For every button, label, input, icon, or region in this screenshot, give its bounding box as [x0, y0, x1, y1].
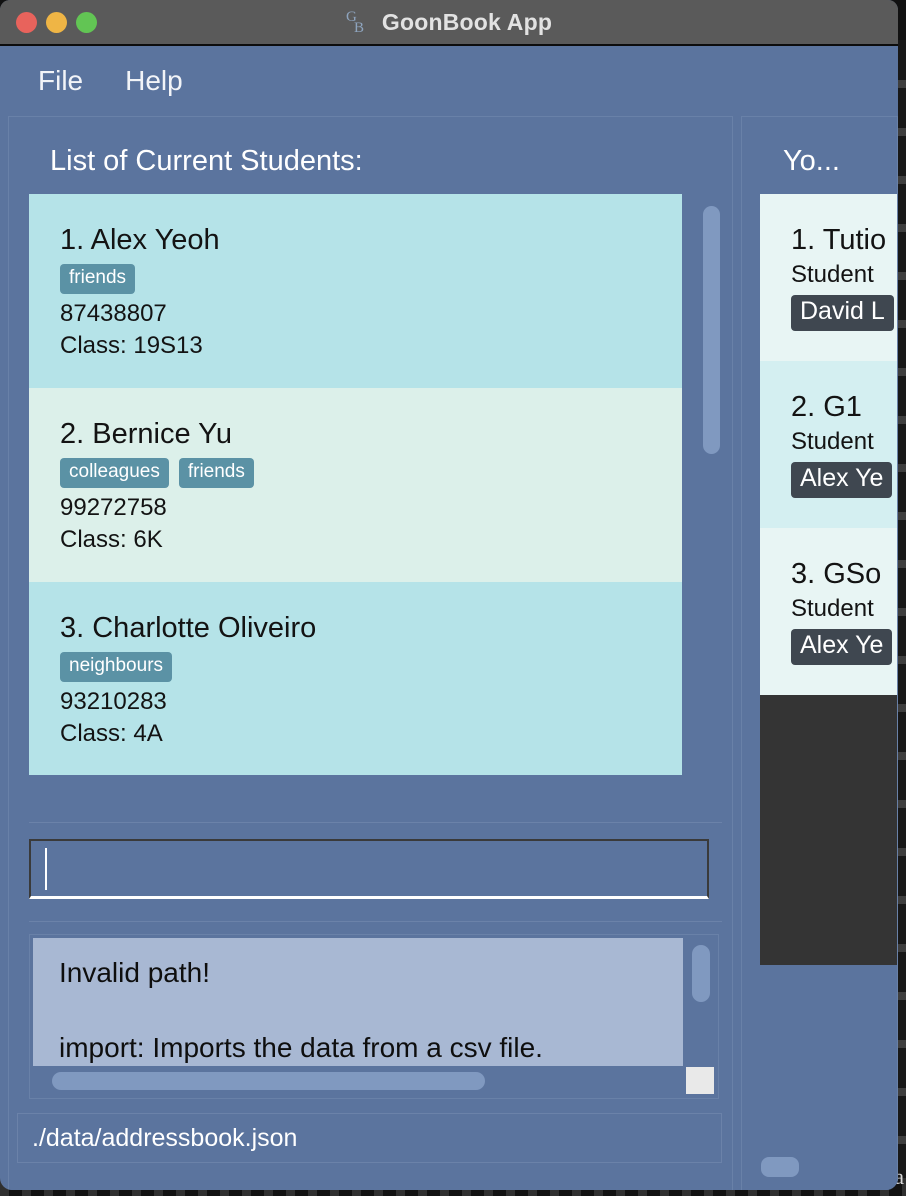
person-list-scrollbar[interactable] — [698, 194, 722, 804]
close-button[interactable] — [16, 11, 37, 33]
result-line: Invalid path! — [59, 957, 210, 988]
group-member-tag[interactable]: David L — [791, 295, 894, 331]
window-titlebar: G B GoonBook App — [0, 0, 898, 46]
person-list-container: 1. Alex Yeoh friends 87438807 Class: 19S… — [29, 194, 722, 804]
group-card[interactable]: 2. G1 Student Alex Ye — [760, 361, 897, 528]
text-caret — [45, 847, 47, 890]
person-name: 1. Alex Yeoh — [60, 224, 220, 256]
person-card[interactable]: 2. Bernice Yu colleagues friends 9927275… — [29, 387, 682, 582]
group-name: 3. GSo — [791, 558, 882, 590]
menu-item-help[interactable]: Help — [125, 65, 183, 97]
window-title-group: G B GoonBook App — [0, 8, 898, 37]
person-tag[interactable]: friends — [60, 264, 136, 294]
group-subtitle: Student — [791, 428, 874, 455]
group-card[interactable]: 3. GSo Student Alex Ye — [760, 528, 897, 695]
person-tag-row: colleagues friends — [60, 457, 682, 488]
result-display-text[interactable]: Invalid path! import: Imports the data f… — [33, 938, 683, 1066]
result-vertical-scrollbar-thumb[interactable] — [692, 945, 710, 1002]
person-name: 2. Bernice Yu — [60, 417, 232, 450]
result-vertical-scrollbar[interactable] — [686, 938, 714, 1066]
person-class: Class: 6K — [60, 525, 163, 553]
group-name: 2. G1 — [791, 391, 862, 423]
traffic-light-group — [16, 11, 97, 33]
group-subtitle: Student — [791, 595, 874, 622]
group-panel-empty-area — [760, 695, 897, 965]
group-name: 1. Tutio — [791, 224, 887, 256]
person-tag[interactable]: neighbours — [60, 651, 173, 682]
groups-panel: Yo... 1. Tutio Student David L 2. G1 Stu… — [741, 116, 898, 1190]
minimize-button[interactable] — [46, 11, 67, 33]
person-phone: 99272758 — [60, 493, 167, 521]
persons-panel-header: List of Current Students: — [50, 145, 363, 177]
groups-panel-header: Yo... — [783, 145, 840, 177]
person-card[interactable]: 3. Charlotte Oliveiro neighbours 9321028… — [29, 581, 682, 776]
person-list[interactable]: 1. Alex Yeoh friends 87438807 Class: 19S… — [29, 194, 682, 804]
result-horizontal-scrollbar-thumb[interactable] — [52, 1072, 485, 1090]
svg-text:G: G — [346, 9, 357, 25]
person-tag-row: friends — [60, 264, 682, 294]
scrollbar-corner — [686, 1067, 714, 1094]
menu-bar: File Help — [0, 46, 898, 116]
menu-item-file[interactable]: File — [38, 65, 83, 97]
result-line: import: Imports the data from a csv file… — [59, 1031, 543, 1063]
person-phone: 93210283 — [60, 687, 167, 715]
person-tag-row: neighbours — [60, 651, 682, 682]
result-display-frame: Invalid path! import: Imports the data f… — [29, 934, 719, 1099]
group-list[interactable]: 1. Tutio Student David L 2. G1 Student A… — [760, 194, 897, 695]
group-member-tag[interactable]: Alex Ye — [791, 462, 893, 498]
svg-text:B: B — [354, 20, 364, 36]
person-tag[interactable]: colleagues — [60, 457, 169, 488]
command-box-section — [29, 822, 722, 899]
person-name: 3. Charlotte Oliveiro — [60, 611, 317, 644]
person-class: Class: 4A — [60, 719, 163, 747]
persons-panel: List of Current Students: 1. Alex Yeoh f… — [8, 116, 733, 1190]
goonbook-logo-icon: G B — [346, 9, 364, 36]
status-bar-file-path: ./data/addressbook.json — [32, 1123, 298, 1152]
window-title-text: GoonBook App — [381, 8, 553, 35]
app-window: G B GoonBook App File Help List of Curre… — [0, 0, 898, 1190]
person-class: Class: 19S13 — [60, 331, 203, 359]
group-member-tag[interactable]: Alex Ye — [791, 629, 893, 665]
result-line-blank — [59, 989, 683, 1033]
groups-panel-scrollbar-thumb[interactable] — [761, 1157, 799, 1177]
group-subtitle: Student — [791, 261, 874, 288]
person-card[interactable]: 1. Alex Yeoh friends 87438807 Class: 19S… — [29, 194, 682, 388]
result-display-section: Invalid path! import: Imports the data f… — [29, 921, 722, 1099]
command-input[interactable] — [29, 839, 709, 899]
person-phone: 87438807 — [60, 300, 167, 327]
zoom-button[interactable] — [76, 11, 97, 33]
person-tag[interactable]: friends — [178, 457, 254, 488]
main-content: List of Current Students: 1. Alex Yeoh f… — [0, 116, 898, 1190]
result-horizontal-scrollbar[interactable] — [33, 1068, 683, 1094]
person-list-scrollbar-thumb[interactable] — [703, 206, 720, 454]
group-card[interactable]: 1. Tutio Student David L — [760, 194, 897, 361]
status-bar: ./data/addressbook.json — [17, 1113, 722, 1163]
